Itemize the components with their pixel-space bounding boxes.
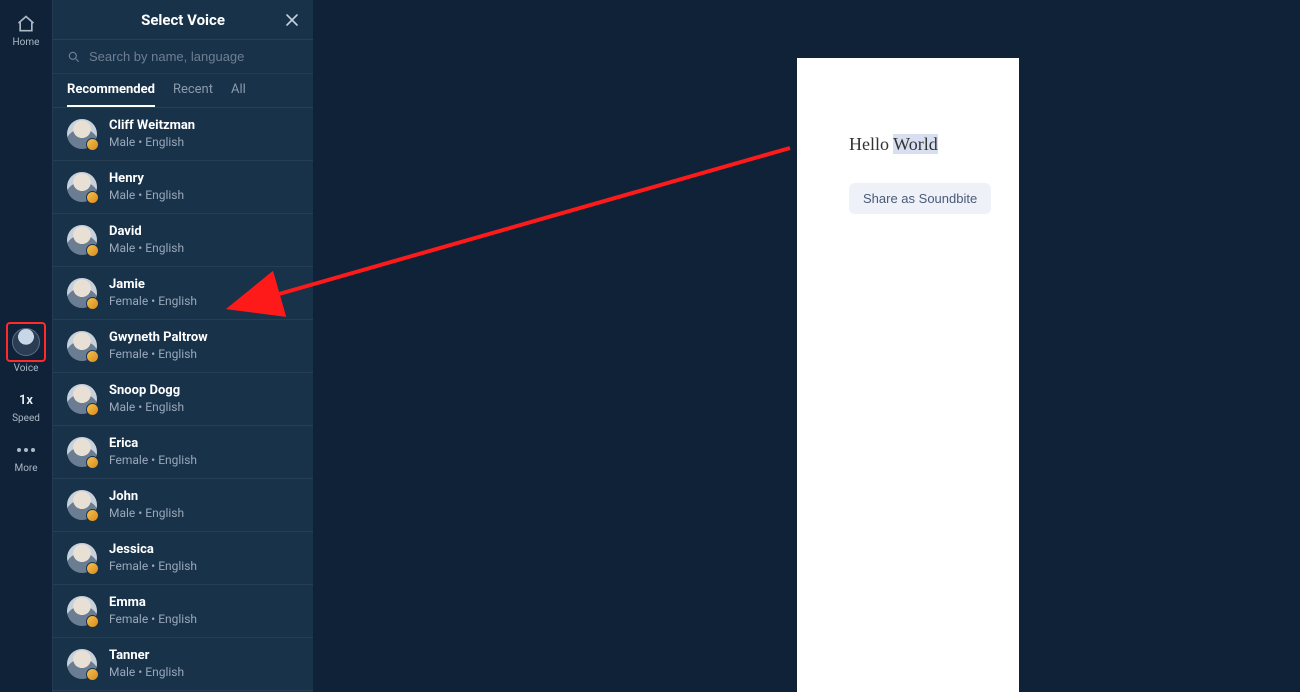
voice-row[interactable]: JamieFemale • English xyxy=(53,267,313,320)
voice-row[interactable]: Cliff WeitzmanMale • English xyxy=(53,108,313,161)
voice-avatar xyxy=(67,437,97,467)
tab-row: Recommended Recent All xyxy=(53,74,313,108)
tab-recommended[interactable]: Recommended xyxy=(67,74,155,107)
voice-name: Emma xyxy=(109,595,197,611)
voice-row[interactable]: Snoop DoggMale • English xyxy=(53,373,313,426)
voice-row[interactable]: EmmaFemale • English xyxy=(53,585,313,638)
more-icon xyxy=(14,438,38,462)
panel-title: Select Voice xyxy=(141,11,225,29)
voice-name: Erica xyxy=(109,436,197,452)
tab-all[interactable]: All xyxy=(231,74,246,107)
share-soundbite-button[interactable]: Share as Soundbite xyxy=(849,183,991,214)
premium-badge-icon xyxy=(86,456,99,469)
search-icon xyxy=(67,50,81,64)
voice-row[interactable]: JessicaFemale • English xyxy=(53,532,313,585)
voice-name: David xyxy=(109,224,184,240)
voice-name: Jamie xyxy=(109,277,197,293)
voice-row[interactable]: HenryMale • English xyxy=(53,161,313,214)
voice-meta: JessicaFemale • English xyxy=(109,542,197,573)
voice-avatar xyxy=(67,119,97,149)
left-rail: Home Voice 1x Speed More xyxy=(0,0,52,692)
premium-badge-icon xyxy=(86,615,99,628)
voice-name: Tanner xyxy=(109,648,184,664)
premium-badge-icon xyxy=(86,562,99,575)
voice-name: Gwyneth Paltrow xyxy=(109,330,208,346)
voice-search-input[interactable] xyxy=(89,49,299,64)
voice-name: Jessica xyxy=(109,542,197,558)
voice-sub: Male • English xyxy=(109,241,184,256)
home-icon xyxy=(14,12,38,36)
voice-name: Henry xyxy=(109,171,184,187)
voice-avatar xyxy=(67,490,97,520)
premium-badge-icon xyxy=(86,509,99,522)
tab-recent[interactable]: Recent xyxy=(173,74,213,107)
voice-meta: Gwyneth PaltrowFemale • English xyxy=(109,330,208,361)
voice-sub: Male • English xyxy=(109,135,195,150)
voice-meta: Cliff WeitzmanMale • English xyxy=(109,118,195,149)
voice-meta: EricaFemale • English xyxy=(109,436,197,467)
voice-sub: Male • English xyxy=(109,188,184,203)
premium-badge-icon xyxy=(86,297,99,310)
rail-home-label: Home xyxy=(13,38,40,48)
voice-avatar xyxy=(67,384,97,414)
search-row[interactable] xyxy=(53,40,313,74)
voice-sub: Female • English xyxy=(109,612,197,627)
voice-meta: Snoop DoggMale • English xyxy=(109,383,184,414)
voice-sub: Male • English xyxy=(109,665,184,680)
rail-voice[interactable]: Voice xyxy=(0,318,52,380)
premium-badge-icon xyxy=(86,244,99,257)
premium-badge-icon xyxy=(86,403,99,416)
premium-badge-icon xyxy=(86,138,99,151)
close-icon xyxy=(285,13,299,27)
voice-sub: Female • English xyxy=(109,347,208,362)
premium-badge-icon xyxy=(86,668,99,681)
rail-speed-label: Speed xyxy=(12,414,40,424)
voice-avatar xyxy=(67,172,97,202)
voice-avatar xyxy=(67,225,97,255)
panel-header: Select Voice xyxy=(53,0,313,40)
rail-speed[interactable]: 1x Speed xyxy=(0,384,52,430)
rail-more-label: More xyxy=(14,464,37,474)
voice-avatar xyxy=(67,649,97,679)
voice-avatar xyxy=(67,596,97,626)
voice-sub: Male • English xyxy=(109,506,184,521)
voice-sub: Male • English xyxy=(109,400,184,415)
voice-row[interactable]: EricaFemale • English xyxy=(53,426,313,479)
voice-row[interactable]: JohnMale • English xyxy=(53,479,313,532)
rail-home[interactable]: Home xyxy=(0,8,52,54)
voice-panel: Select Voice Recommended Recent All Clif… xyxy=(52,0,313,692)
voice-avatar-icon xyxy=(12,328,40,356)
voice-meta: HenryMale • English xyxy=(109,171,184,202)
voice-sub: Female • English xyxy=(109,559,197,574)
voice-avatar xyxy=(67,331,97,361)
voice-meta: DavidMale • English xyxy=(109,224,184,255)
premium-badge-icon xyxy=(86,191,99,204)
voice-name: Snoop Dogg xyxy=(109,383,184,399)
voice-row[interactable]: Gwyneth PaltrowFemale • English xyxy=(53,320,313,373)
rail-voice-highlight xyxy=(6,322,46,362)
rail-more[interactable]: More xyxy=(0,434,52,480)
voice-meta: JohnMale • English xyxy=(109,489,184,520)
voice-meta: JamieFemale • English xyxy=(109,277,197,308)
voice-avatar xyxy=(67,543,97,573)
voice-row[interactable]: DavidMale • English xyxy=(53,214,313,267)
voice-row[interactable]: TannerMale • English xyxy=(53,638,313,691)
voice-name: John xyxy=(109,489,184,505)
document-text-plain: Hello xyxy=(849,134,893,154)
voice-meta: TannerMale • English xyxy=(109,648,184,679)
premium-badge-icon xyxy=(86,350,99,363)
voice-name: Cliff Weitzman xyxy=(109,118,195,134)
voice-avatar xyxy=(67,278,97,308)
close-button[interactable] xyxy=(281,9,303,31)
document-page: Hello World Share as Soundbite xyxy=(797,58,1019,692)
voice-meta: EmmaFemale • English xyxy=(109,595,197,626)
document-text[interactable]: Hello World xyxy=(849,134,1019,155)
voice-list[interactable]: Cliff WeitzmanMale • EnglishHenryMale • … xyxy=(53,108,313,692)
speed-value: 1x xyxy=(14,388,38,412)
document-text-selected: World xyxy=(893,134,938,154)
rail-voice-label: Voice xyxy=(14,364,39,374)
voice-sub: Female • English xyxy=(109,453,197,468)
voice-sub: Female • English xyxy=(109,294,197,309)
